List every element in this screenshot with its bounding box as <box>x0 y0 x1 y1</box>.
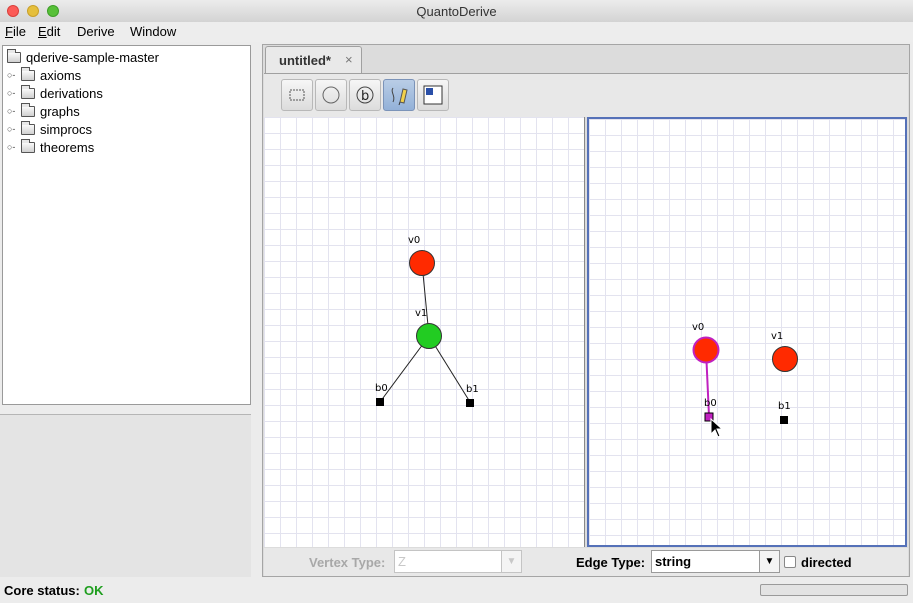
menu-file-mnemonic: F <box>5 24 13 39</box>
menu-file[interactable]: File <box>5 24 26 39</box>
menu-window[interactable]: Window <box>130 24 176 39</box>
folder-icon <box>21 120 35 135</box>
expand-toggle-icon[interactable]: ○- <box>7 124 21 134</box>
expand-toggle-icon[interactable]: ○- <box>7 70 21 80</box>
tree-item-derivations[interactable]: ○- derivations <box>7 84 103 102</box>
graph-drawing-left <box>376 250 474 407</box>
expand-toggle-icon[interactable]: ○- <box>7 106 21 116</box>
vertex-label: v1 <box>771 331 784 342</box>
vertex-type-select[interactable]: Z ▼ <box>394 550 522 573</box>
vertex-label: b0 <box>375 383 388 394</box>
boundary-b0[interactable] <box>376 398 384 406</box>
tree-item-graphs[interactable]: ○- graphs <box>7 102 80 120</box>
vertex-label: b1 <box>466 384 479 395</box>
graph-drawing-right <box>692 336 798 438</box>
tree-item-label: graphs <box>40 103 80 119</box>
vertex-v1[interactable] <box>772 346 798 372</box>
folder-icon <box>7 48 21 63</box>
mouse-cursor-icon <box>710 417 724 438</box>
vertex-v1[interactable] <box>416 323 442 349</box>
tree-item-label: axioms <box>40 67 82 83</box>
tree-item-label: theorems <box>40 139 95 155</box>
add-boundary-button[interactable]: b <box>349 79 381 111</box>
bang-box-icon <box>423 85 443 105</box>
boundary-b1[interactable] <box>780 416 788 424</box>
add-edge-button[interactable] <box>383 79 415 111</box>
tree-item-axioms[interactable]: ○- axioms <box>7 66 81 84</box>
close-tab-icon[interactable]: × <box>345 52 353 67</box>
menu-edit[interactable]: Edit <box>38 24 60 39</box>
directed-label: directed <box>801 555 852 570</box>
vertex-label: v1 <box>415 308 428 319</box>
bang-box-button[interactable] <box>417 79 449 111</box>
tree-item-label: simprocs <box>40 121 93 137</box>
vertex-label: b0 <box>704 398 717 409</box>
graph-canvas-left[interactable]: v0 v1 b0 b1 <box>264 117 585 547</box>
core-status-label: Core status: <box>4 583 80 598</box>
folder-icon <box>21 138 35 153</box>
folder-icon <box>21 84 35 99</box>
tab-label: untitled* <box>279 53 331 68</box>
vertex-type-label: Vertex Type: <box>309 555 386 570</box>
menu-derive[interactable]: Derive <box>77 24 115 39</box>
add-vertex-icon <box>322 86 340 104</box>
folder-icon <box>21 102 35 117</box>
select-rectangle-icon <box>289 89 305 101</box>
menu-derive-label: Derive <box>77 24 115 39</box>
add-vertex-button[interactable] <box>315 79 347 111</box>
boundary-b1[interactable] <box>466 399 474 407</box>
vertex-label: b1 <box>778 401 791 412</box>
vertex-label: v0 <box>408 235 421 246</box>
menu-window-label: Window <box>130 24 177 39</box>
graph-canvas-right[interactable]: v0 v1 b0 b1 <box>587 117 907 547</box>
vertex-v0[interactable] <box>409 250 435 276</box>
add-boundary-icon: b <box>356 86 374 104</box>
chevron-down-icon: ▼ <box>501 551 521 572</box>
edge-type-select[interactable]: string ▼ <box>651 550 780 573</box>
menu-file-label: ile <box>12 24 26 39</box>
tab-untitled[interactable]: untitled* × <box>265 46 362 73</box>
folder-icon <box>21 66 35 81</box>
tree-root-label: qderive-sample-master <box>26 49 159 65</box>
edge-type-value: string <box>655 554 692 569</box>
window-title: QuantoDerive <box>416 4 497 19</box>
project-tree[interactable]: qderive-sample-master ○- axioms ○- deriv… <box>2 45 251 405</box>
vertex-label: v0 <box>692 322 705 333</box>
tree-item-label: derivations <box>40 85 103 101</box>
tree-item-theorems[interactable]: ○- theorems <box>7 138 94 156</box>
chevron-down-icon: ▼ <box>759 551 779 572</box>
svg-text:b: b <box>361 89 369 104</box>
tree-root[interactable]: qderive-sample-master <box>7 48 159 66</box>
expand-toggle-icon[interactable]: ○- <box>7 142 21 152</box>
directed-checkbox[interactable] <box>784 556 796 568</box>
tree-item-simprocs[interactable]: ○- simprocs <box>7 120 92 138</box>
lower-left-panel <box>0 414 251 577</box>
menu-edit-mnemonic: E <box>38 24 47 39</box>
vertex-v0[interactable] <box>692 336 720 364</box>
title-bar: QuantoDerive <box>0 0 913 23</box>
vertex-type-value: Z <box>398 554 406 569</box>
expand-toggle-icon[interactable]: ○- <box>7 88 21 98</box>
progress-bar <box>760 584 908 596</box>
core-status-value: OK <box>84 583 104 598</box>
edge-type-label: Edge Type: <box>576 555 646 570</box>
menu-edit-label: dit <box>46 24 61 39</box>
add-edge-pen-icon <box>391 87 408 106</box>
select-tool-button[interactable] <box>281 79 313 111</box>
menu-bar: File Edit Derive Window <box>0 22 913 42</box>
